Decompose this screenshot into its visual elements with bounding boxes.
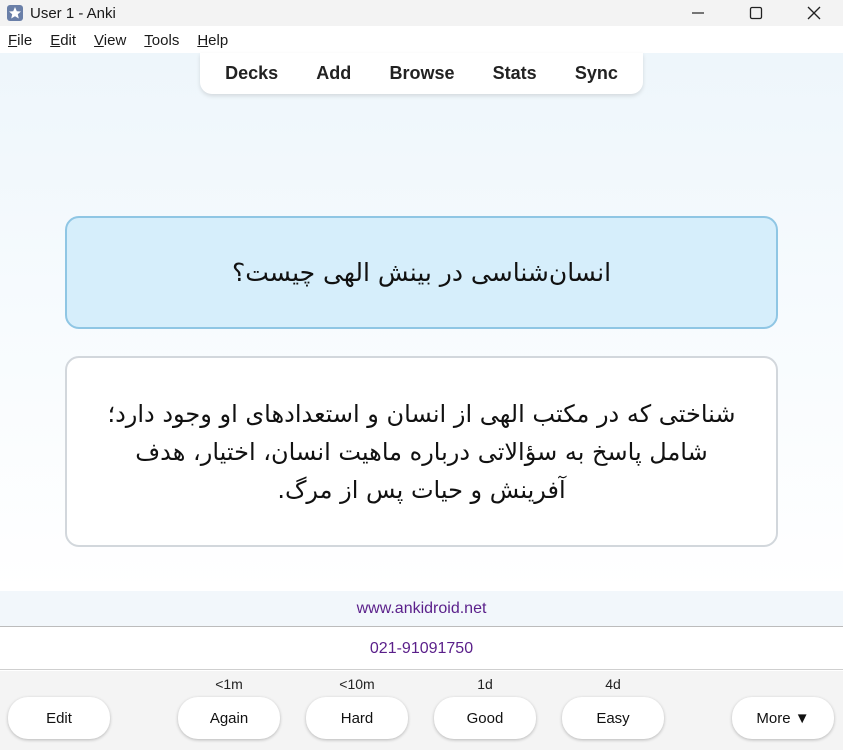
close-button[interactable] [785, 0, 843, 26]
phone-text: 021-91091750 [369, 639, 474, 657]
maximize-button[interactable] [727, 0, 785, 26]
easy-button[interactable]: Easy [562, 697, 664, 739]
minimize-button[interactable] [669, 0, 727, 26]
card-back: شناختی که در مکتب الهی از انسان و استعدا… [65, 356, 778, 547]
hard-button[interactable]: Hard [306, 697, 408, 739]
menu-file[interactable]: File [8, 32, 32, 49]
menu-bar: File Edit View Tools Help [0, 28, 843, 53]
website-strip: www.ankidroid.net [0, 591, 843, 627]
minimize-icon [692, 12, 704, 14]
top-toolbar: Decks Add Browse Stats Sync [200, 53, 643, 94]
sync-button[interactable]: Sync [565, 59, 628, 88]
website-text: www.ankidroid.net [356, 599, 487, 617]
menu-tools[interactable]: Tools [144, 32, 179, 49]
good-button[interactable]: Good [434, 697, 536, 739]
answer-text: شناختی که در مکتب الهی از انسان و استعدا… [107, 399, 736, 504]
window-title: User 1 - Anki [30, 4, 116, 22]
question-text: انسان‌شناسی در بینش الهی چیست؟ [231, 258, 612, 287]
browse-button[interactable]: Browse [379, 59, 464, 88]
decks-button[interactable]: Decks [215, 59, 288, 88]
more-button[interactable]: More ▼ [732, 697, 834, 739]
good-interval: 1d [477, 676, 493, 692]
title-bar: User 1 - Anki [0, 0, 843, 26]
maximize-icon [749, 6, 763, 20]
answer-bar: Edit <1m Again <10m Hard 1d Good 4d Easy… [0, 671, 843, 750]
again-button[interactable]: Again [178, 697, 280, 739]
reviewer-area: Decks Add Browse Stats Sync انسان‌شناسی … [0, 53, 843, 591]
menu-view[interactable]: View [94, 32, 126, 49]
add-button[interactable]: Add [306, 59, 361, 88]
again-interval: <1m [215, 676, 243, 692]
anki-app-icon [6, 4, 24, 22]
card-front: انسان‌شناسی در بینش الهی چیست؟ [65, 216, 778, 329]
close-icon [807, 6, 821, 20]
easy-interval: 4d [605, 676, 621, 692]
phone-strip: 021-91091750 [0, 628, 843, 670]
edit-button[interactable]: Edit [8, 697, 110, 739]
menu-help[interactable]: Help [197, 32, 228, 49]
menu-edit[interactable]: Edit [50, 32, 76, 49]
stats-button[interactable]: Stats [483, 59, 547, 88]
hard-interval: <10m [339, 676, 375, 692]
